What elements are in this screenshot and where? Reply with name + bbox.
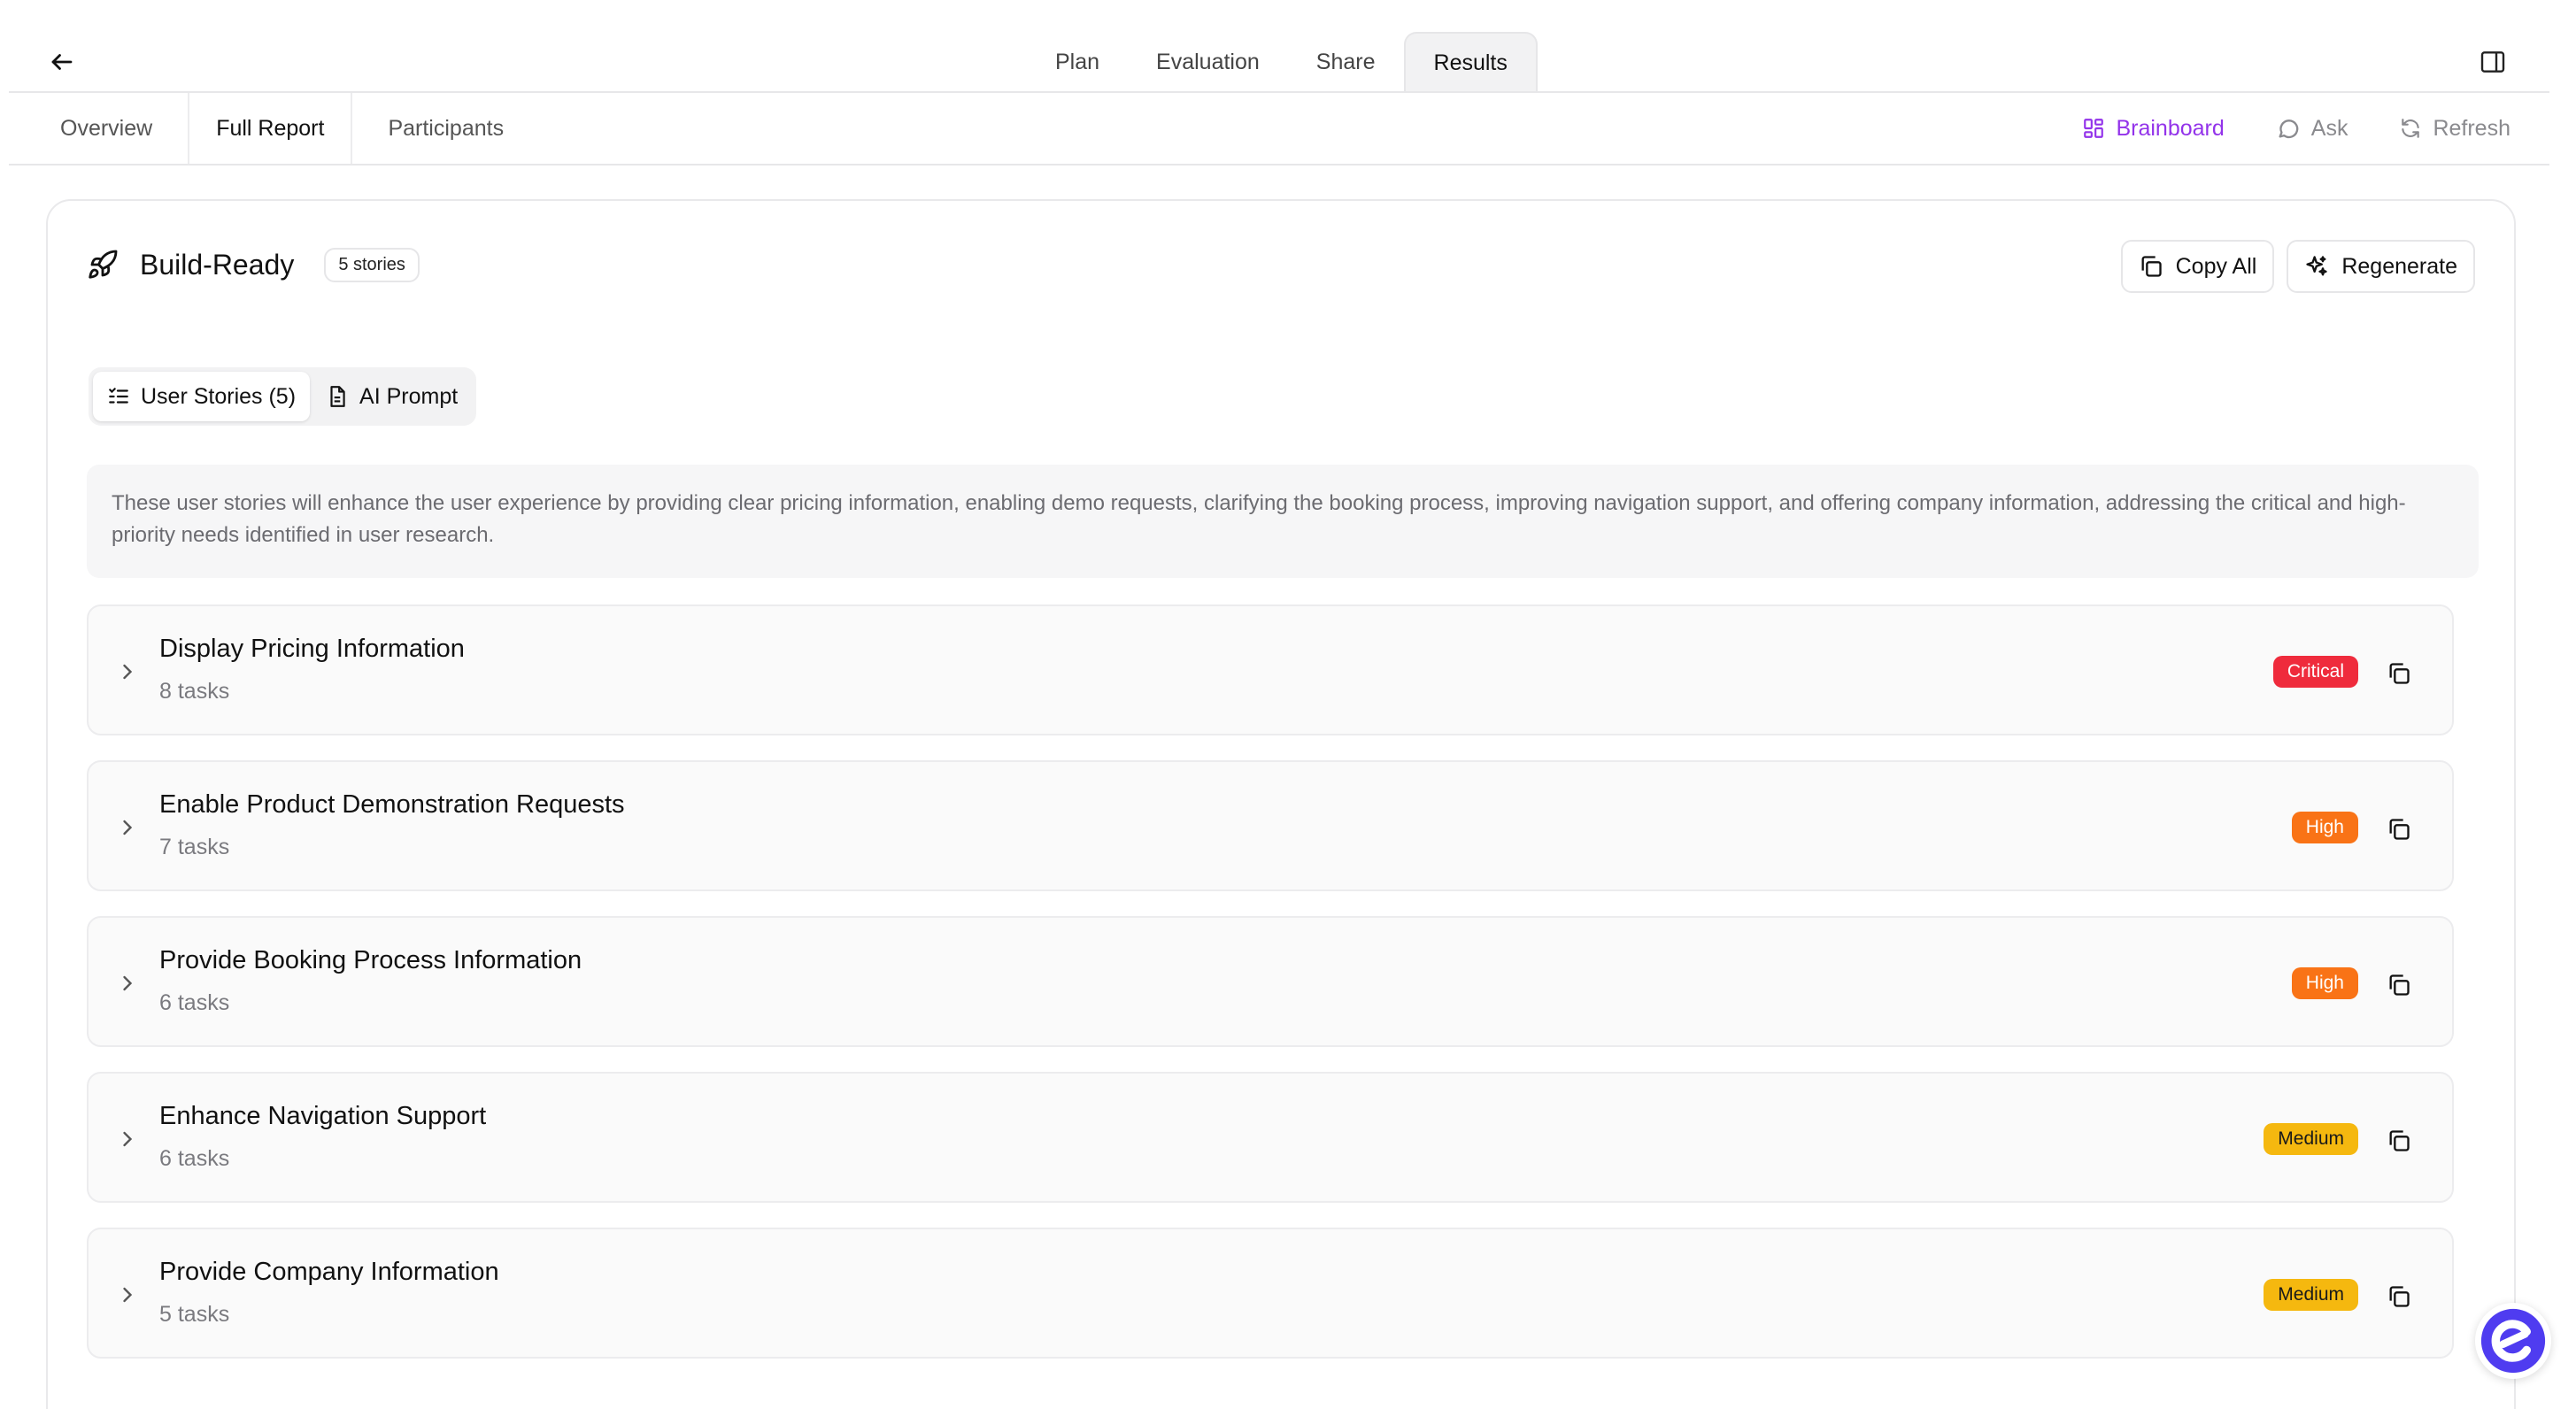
tab-label: Share: [1315, 49, 1376, 74]
chevron-right-icon: [123, 664, 133, 680]
tab-share[interactable]: Share: [1288, 32, 1404, 92]
rocket-icon: [89, 250, 118, 279]
story-tasks: 6 tasks: [159, 1146, 230, 1171]
grid-icon: [2084, 119, 2104, 138]
sub-tabs: Overview Full Report Participants: [32, 93, 539, 164]
tab-label: Evaluation: [1156, 49, 1260, 74]
priority-badge: High: [2291, 967, 2358, 999]
priority-badge: Medium: [2264, 1123, 2358, 1155]
chevron-right-icon: [123, 1131, 133, 1147]
ai-prompt-tab[interactable]: AI Prompt: [312, 372, 472, 421]
story-tasks: 7 tasks: [159, 835, 230, 859]
sub-nav: Overview Full Report Participants Brainb…: [9, 93, 2549, 164]
copy-all-button[interactable]: Copy All: [2120, 240, 2275, 293]
sidebar-panel-icon: [2480, 51, 2505, 73]
story-row[interactable]: Provide Booking Process Information 6 ta…: [87, 916, 2454, 1047]
copy-story-button[interactable]: [2381, 812, 2417, 847]
ai-prompt-label: AI Prompt: [359, 383, 459, 409]
refresh-label: Refresh: [2433, 115, 2510, 141]
priority-badge: Critical: [2272, 656, 2358, 688]
tab-results[interactable]: Results: [1403, 32, 1538, 92]
story-tasks: 5 tasks: [159, 1302, 230, 1327]
tab-full-report[interactable]: Full Report: [188, 93, 353, 164]
brainboard-button[interactable]: Brainboard: [2082, 115, 2225, 142]
brand-logo-icon: [2480, 1308, 2546, 1374]
tab-label: Overview: [60, 115, 153, 141]
summary-text: These user stories will enhance the user…: [87, 465, 2479, 578]
tab-label: Plan: [1055, 49, 1100, 74]
panel-toggle-button[interactable]: [2475, 44, 2510, 80]
tab-evaluation[interactable]: Evaluation: [1128, 32, 1288, 92]
copy-icon: [2141, 256, 2162, 277]
tab-participants[interactable]: Participants: [352, 93, 539, 164]
list-check-icon: [109, 388, 128, 404]
tab-label: Participants: [388, 115, 505, 141]
copy-icon: [2389, 663, 2410, 684]
story-row[interactable]: Provide Company Information 5 tasks Medi…: [87, 1228, 2454, 1359]
story-tasks: 8 tasks: [159, 679, 230, 704]
copy-story-button[interactable]: [2381, 1123, 2417, 1159]
chevron-right-icon: [123, 975, 133, 991]
story-title: Display Pricing Information: [159, 635, 465, 663]
story-title: Provide Company Information: [159, 1258, 499, 1286]
user-stories-tab[interactable]: User Stories (5): [93, 372, 311, 421]
story-title: Enhance Navigation Support: [159, 1102, 487, 1130]
chevron-right-icon: [123, 820, 133, 835]
copy-icon: [2389, 1286, 2410, 1307]
chevron-right-icon: [123, 1287, 133, 1303]
copy-icon: [2389, 819, 2410, 840]
ask-label: Ask: [2310, 115, 2348, 141]
story-row[interactable]: Display Pricing Information 8 tasks Crit…: [87, 604, 2454, 735]
assistant-launcher-button[interactable]: [2475, 1303, 2551, 1379]
story-row[interactable]: Enhance Navigation Support 6 tasks Mediu…: [87, 1072, 2454, 1203]
copy-all-label: Copy All: [2175, 253, 2257, 279]
back-button[interactable]: [44, 44, 80, 80]
tab-label: Full Report: [216, 115, 325, 141]
story-tasks: 6 tasks: [159, 990, 230, 1015]
copy-icon: [2389, 974, 2410, 996]
refresh-icon: [2402, 119, 2420, 138]
story-title: Provide Booking Process Information: [159, 946, 582, 974]
main-tabs: Plan Evaluation Share Results: [1027, 32, 1538, 92]
story-row[interactable]: Enable Product Demonstration Requests 7 …: [87, 760, 2454, 891]
arrow-left-icon: [51, 54, 73, 70]
tab-label: Results: [1433, 50, 1508, 75]
card-actions: Copy All Regenerate: [2120, 240, 2475, 293]
regenerate-button[interactable]: Regenerate: [2287, 240, 2475, 293]
sparkles-icon: [2306, 256, 2328, 276]
document-icon: [330, 386, 345, 407]
top-bar: Plan Evaluation Share Results: [0, 0, 2576, 92]
story-list: Display Pricing Information 8 tasks Crit…: [87, 604, 2454, 1383]
user-stories-label: User Stories (5): [141, 383, 297, 409]
refresh-button[interactable]: Refresh: [2399, 116, 2510, 142]
build-ready-card: Build-Ready 5 stories Copy All Regenerat…: [46, 199, 2516, 1409]
card-title: Build-Ready: [140, 248, 295, 281]
tab-plan[interactable]: Plan: [1027, 32, 1128, 92]
copy-story-button[interactable]: [2381, 656, 2417, 691]
stories-count-badge: 5 stories: [324, 247, 420, 282]
divider: [9, 164, 2549, 166]
copy-icon: [2389, 1130, 2410, 1151]
brainboard-label: Brainboard: [2116, 115, 2225, 141]
sub-actions: Brainboard Ask Refresh: [2082, 93, 2510, 164]
priority-badge: High: [2291, 812, 2358, 843]
tab-overview[interactable]: Overview: [32, 93, 188, 164]
copy-story-button[interactable]: [2381, 1279, 2417, 1314]
story-title: Enable Product Demonstration Requests: [159, 790, 625, 819]
view-switcher: User Stories (5) AI Prompt: [89, 367, 477, 426]
priority-badge: Medium: [2264, 1279, 2358, 1311]
copy-story-button[interactable]: [2381, 967, 2417, 1003]
regenerate-label: Regenerate: [2341, 253, 2457, 279]
ask-button[interactable]: Ask: [2276, 116, 2348, 142]
card-header: Build-Ready 5 stories: [87, 236, 420, 293]
chat-bubble-icon: [2279, 119, 2299, 139]
